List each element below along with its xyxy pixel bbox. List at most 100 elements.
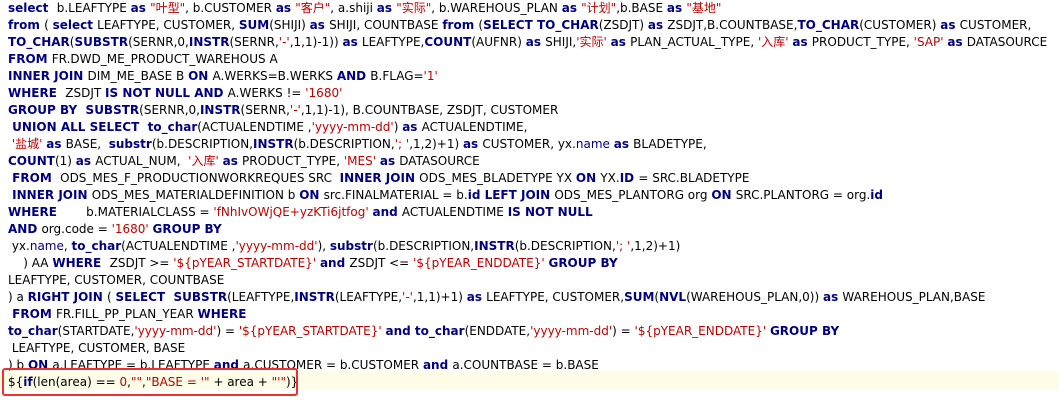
code-token: ( — [44, 18, 53, 32]
code-token: LEAFTYPE, CUSTOMER, COUNTBASE — [8, 273, 225, 287]
code-token: WHERE — [197, 307, 247, 321]
code-token: as — [666, 1, 687, 15]
code-token: ) AA — [8, 256, 53, 270]
code-token: ) — [393, 120, 403, 134]
code-token: DATASOURCE — [399, 154, 480, 168]
code-token: as — [525, 35, 546, 49]
code-line: WHERE ZSDJT IS NOT NULL AND A.WERKS != '… — [8, 85, 342, 102]
code-token: '1' — [423, 69, 438, 83]
code-token: as — [402, 120, 422, 134]
code-token: ZSDJT — [65, 86, 106, 100]
code-token: as — [466, 290, 487, 304]
code-token: ODS_MES_F_PRODUCTIONWORKREQUES SRC — [60, 171, 340, 185]
code-token: INSTR — [188, 35, 230, 49]
code-token: as — [462, 137, 483, 151]
code-token: COUNT — [424, 35, 472, 49]
code-token: "计划" — [581, 1, 617, 15]
code-token: '实际' — [576, 35, 611, 49]
code-token: (b.DESCRIPTION, — [372, 239, 475, 253]
code-line: FROM FR.DWD_ME_PRODUCT_WAREHOUS A — [8, 51, 278, 68]
code-token: , b.CUSTOMER — [185, 1, 276, 15]
code-token: GROUP BY — [548, 256, 618, 270]
code-token: INNER JOIN — [8, 188, 92, 202]
code-line: FROM ODS_MES_F_PRODUCTIONWORKREQUES SRC … — [8, 170, 749, 187]
code-line: '盐城' as BASE, substr(b.DESCRIPTION,INSTR… — [8, 136, 707, 153]
code-token: GROUP BY — [152, 222, 222, 236]
code-token: as — [342, 35, 362, 49]
code-token: yx. — [8, 239, 30, 253]
code-line: TO_CHAR(SUBSTR(SERNR,0,INSTR(SERNR,'-',1… — [8, 34, 1047, 51]
code-token: IS NOT NULL — [507, 205, 593, 219]
code-token: '盐城' — [8, 137, 47, 151]
code-token: "客户" — [295, 1, 331, 15]
code-token: RIGHT JOIN — [27, 290, 107, 304]
code-token: as — [610, 35, 631, 49]
code-token: '入库' — [757, 35, 793, 49]
code-token: and — [372, 205, 402, 219]
code-token: LEAFTYPE, CUSTOMER, — [486, 290, 625, 304]
code-token: '1680' — [111, 222, 153, 236]
code-token: and — [319, 256, 350, 270]
code-token: (1) — [54, 154, 76, 168]
sql-editor[interactable]: select b.LEAFTYPE as "叶型", b.CUSTOMER as… — [0, 0, 1059, 405]
code-token: 'yyyy-mm-dd' — [235, 239, 318, 253]
code-token: to_char — [414, 324, 465, 338]
code-token: PRODUCT_TYPE, — [811, 35, 914, 49]
code-token: 'SAP' — [913, 35, 948, 49]
code-token: '${pYEAR_STARTDATE}' — [238, 324, 386, 338]
code-token: '-' — [289, 103, 301, 117]
code-token: SUM — [624, 290, 655, 304]
code-token: as — [75, 154, 96, 168]
code-token: ODS_MES_BLADETYPE YX — [419, 171, 576, 185]
code-token: "叶型" — [150, 1, 186, 15]
code-token: (SERNR, — [229, 35, 279, 49]
code-token: ,1,2)+1) — [630, 239, 681, 253]
code-token: '${pYEAR_ENDDATE}' — [413, 256, 549, 270]
code-token: (AUFNR) — [471, 35, 526, 49]
code-token: ON — [188, 69, 213, 83]
code-token: to_char — [147, 120, 198, 134]
code-token: B.FLAG= — [370, 69, 424, 83]
code-token: ON — [575, 171, 601, 185]
code-line: UNION ALL SELECT to_char(ACTUALENDTIME ,… — [8, 119, 527, 136]
code-token: , a.shiji — [330, 1, 377, 15]
code-token: and — [422, 358, 453, 372]
code-token: as — [376, 1, 397, 15]
code-token: INSTR — [294, 290, 335, 304]
code-token: as — [647, 18, 668, 32]
code-line: LEAFTYPE, CUSTOMER, COUNTBASE — [8, 272, 224, 289]
code-token: (SERNR,0, — [139, 103, 200, 117]
code-token: ZSDJT,B.COUNTBASE, — [667, 18, 798, 32]
code-token: DATASOURCE — [966, 35, 1048, 49]
code-token: 'yyyy-mm-dd' — [530, 324, 613, 338]
code-line: AND org.code = '1680' GROUP BY — [8, 221, 222, 238]
code-token: substr — [108, 137, 152, 151]
code-token: '入库' — [188, 154, 223, 168]
code-token: as — [222, 154, 243, 168]
code-token: SRC.PLANTORG = org. — [735, 188, 871, 202]
code-token: NVL — [659, 290, 687, 304]
code-line: to_char(STARTDATE,'yyyy-mm-dd') = '${pYE… — [8, 323, 839, 340]
code-token: AND — [8, 222, 42, 236]
code-token: ON — [711, 188, 736, 202]
code-token: YX. — [600, 171, 620, 185]
code-token: , b.WAREHOUS_PLAN — [431, 1, 562, 15]
code-token: substr — [329, 239, 373, 253]
code-token: A.WERKS=B.WERKS — [212, 69, 337, 83]
code-token: 'fNhIvOWjQE+yzKTi6jtfog' — [213, 205, 373, 219]
code-token: b.MATERIALCLASS = — [86, 205, 214, 219]
code-token: select — [8, 1, 57, 15]
code-token: ,1,2)+1) — [409, 137, 463, 151]
code-token: (b.DESCRIPTION, — [151, 137, 253, 151]
code-token: to_char — [71, 239, 122, 253]
code-token: 'MES' — [343, 154, 380, 168]
code-token: (b.DESCRIPTION, — [293, 137, 395, 151]
code-line: INNER JOIN DIM_ME_BASE B ON A.WERKS=B.WE… — [8, 68, 438, 85]
code-token: id LEFT JOIN — [467, 188, 555, 202]
code-token: (STARTDATE, — [57, 324, 135, 338]
code-token: '${pYEAR_ENDDATE}' — [634, 324, 770, 338]
code-token: CUSTOMER, yx. — [482, 137, 576, 151]
code-token: WHERE — [52, 256, 110, 270]
code-token: GROUP BY — [8, 103, 86, 117]
code-token: ACTUAL_NUM, — [95, 154, 189, 168]
